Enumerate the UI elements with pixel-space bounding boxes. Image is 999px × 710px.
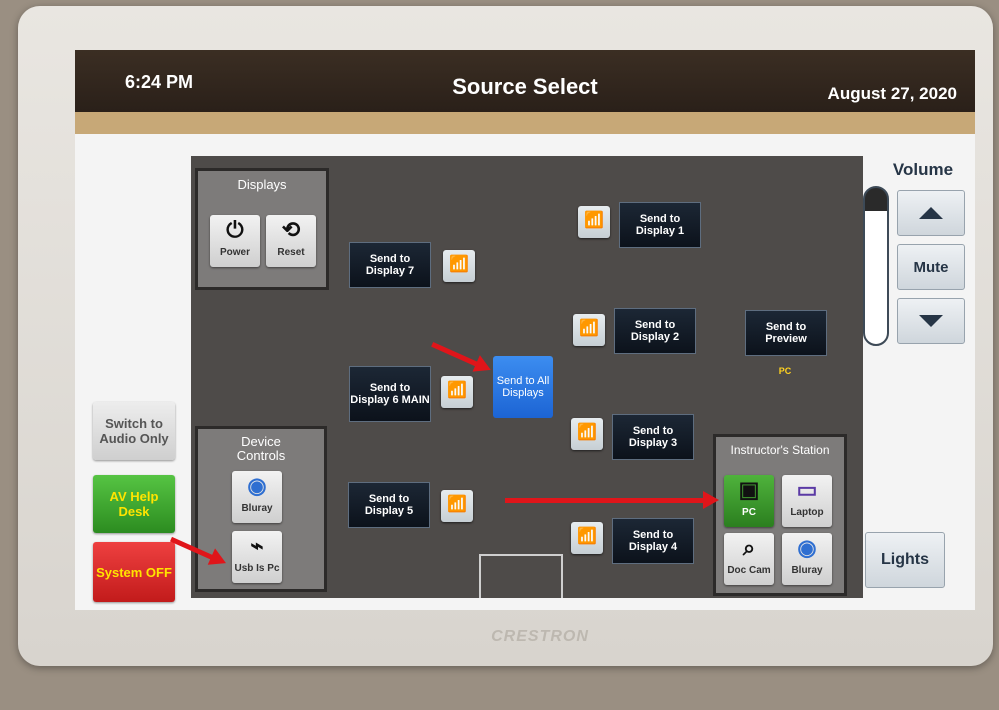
header-bar: 6:24 PM Source Select August 27, 2020 [75, 50, 975, 112]
wireless-display-6-icon[interactable]: 📶 [441, 376, 473, 408]
disc-icon: ◉ [247, 473, 267, 498]
laptop-icon: ▭ [796, 477, 818, 502]
power-label: Power [219, 247, 250, 258]
preview-source-label: PC [778, 366, 792, 376]
wireless-display-7-icon[interactable]: 📶 [443, 250, 475, 282]
device-bluray-button[interactable]: ◉ Bluray [232, 471, 282, 523]
triangle-up-icon [919, 207, 943, 219]
touch-screen: 6:24 PM Source Select August 27, 2020 Sw… [75, 50, 975, 610]
desktop-computer-icon: ▣ [738, 477, 760, 502]
source-pc-label: PC [742, 507, 756, 518]
document-camera-icon: ⌕ [742, 535, 756, 560]
accent-bar [75, 112, 975, 134]
reset-label: Reset [277, 247, 305, 258]
send-to-display-7-button[interactable]: Send to Display 7 [349, 242, 431, 288]
wireless-display-3-icon[interactable]: 📶 [571, 418, 603, 450]
source-doc-cam-label: Doc Cam [727, 565, 771, 576]
source-laptop-button[interactable]: ▭ Laptop [782, 475, 832, 527]
displays-title: Displays [237, 177, 287, 192]
send-to-all-displays-button[interactable]: Send to All Displays [493, 356, 553, 418]
system-off-button[interactable]: System OFF [93, 542, 175, 602]
instructors-station-group: Instructor's Station ▣ PC ▭ Laptop ⌕ Doc… [713, 434, 847, 596]
wifi-icon: 📶 [584, 212, 604, 229]
annotation-arrow-pc [505, 491, 719, 509]
source-bluray-button[interactable]: ◉ Bluray [782, 533, 832, 585]
triangle-down-icon [919, 315, 943, 327]
send-to-display-1-button[interactable]: Send to Display 1 [619, 202, 701, 248]
lights-button[interactable]: Lights [865, 532, 945, 588]
device-controls-title: Device Controls [236, 434, 286, 463]
device-bluray-label: Bluray [241, 503, 273, 514]
av-help-desk-button[interactable]: AV Help Desk [93, 475, 175, 533]
room-door-graphic [479, 554, 563, 598]
switch-audio-only-button[interactable]: Switch to Audio Only [93, 402, 175, 460]
send-to-display-3-button[interactable]: Send to Display 3 [612, 414, 694, 460]
power-icon: ⏻ [226, 217, 244, 242]
wifi-icon: 📶 [449, 256, 469, 273]
instructors-station-title: Instructor's Station [730, 443, 830, 457]
reset-icon: ⟲ [281, 217, 301, 242]
send-to-display-4-button[interactable]: Send to Display 4 [612, 518, 694, 564]
wireless-display-2-icon[interactable]: 📶 [573, 314, 605, 346]
usb-is-pc-button[interactable]: ⌁ Usb Is Pc [232, 531, 282, 583]
date-label: August 27, 2020 [827, 84, 957, 103]
source-bluray-label: Bluray [791, 565, 823, 576]
power-button[interactable]: ⏻ Power [210, 215, 260, 267]
source-pc-button[interactable]: ▣ PC [724, 475, 774, 527]
usb-icon: ⌁ [250, 533, 264, 558]
displays-group: Displays ⏻ Power ⟲ Reset [195, 168, 329, 290]
mute-button[interactable]: Mute [897, 244, 965, 290]
send-to-display-5-button[interactable]: Send to Display 5 [348, 482, 430, 528]
wifi-icon: 📶 [447, 382, 467, 399]
send-to-display-6-main-button[interactable]: Send to Display 6 MAIN [349, 366, 431, 422]
volume-level-fill [865, 211, 887, 344]
source-laptop-label: Laptop [790, 507, 824, 518]
volume-title: Volume [892, 160, 954, 179]
volume-up-button[interactable] [897, 190, 965, 236]
wireless-display-5-icon[interactable]: 📶 [441, 490, 473, 522]
volume-down-button[interactable] [897, 298, 965, 344]
routing-panel: Displays ⏻ Power ⟲ Reset Device Controls… [191, 156, 863, 598]
wifi-icon: 📶 [577, 528, 597, 545]
volume-slider[interactable] [863, 186, 889, 346]
send-to-display-2-button[interactable]: Send to Display 2 [614, 308, 696, 354]
brand-logo: CRESTRON [491, 628, 589, 645]
wireless-display-1-icon[interactable]: 📶 [578, 206, 610, 238]
reset-button[interactable]: ⟲ Reset [266, 215, 316, 267]
usb-is-pc-label: Usb Is Pc [234, 563, 280, 574]
send-to-preview-button[interactable]: Send to Preview [745, 310, 827, 356]
source-doc-cam-button[interactable]: ⌕ Doc Cam [724, 533, 774, 585]
wifi-icon: 📶 [577, 424, 597, 441]
wifi-icon: 📶 [579, 320, 599, 337]
wifi-icon: 📶 [447, 496, 467, 513]
wireless-display-4-icon[interactable]: 📶 [571, 522, 603, 554]
disc-icon: ◉ [797, 535, 817, 560]
